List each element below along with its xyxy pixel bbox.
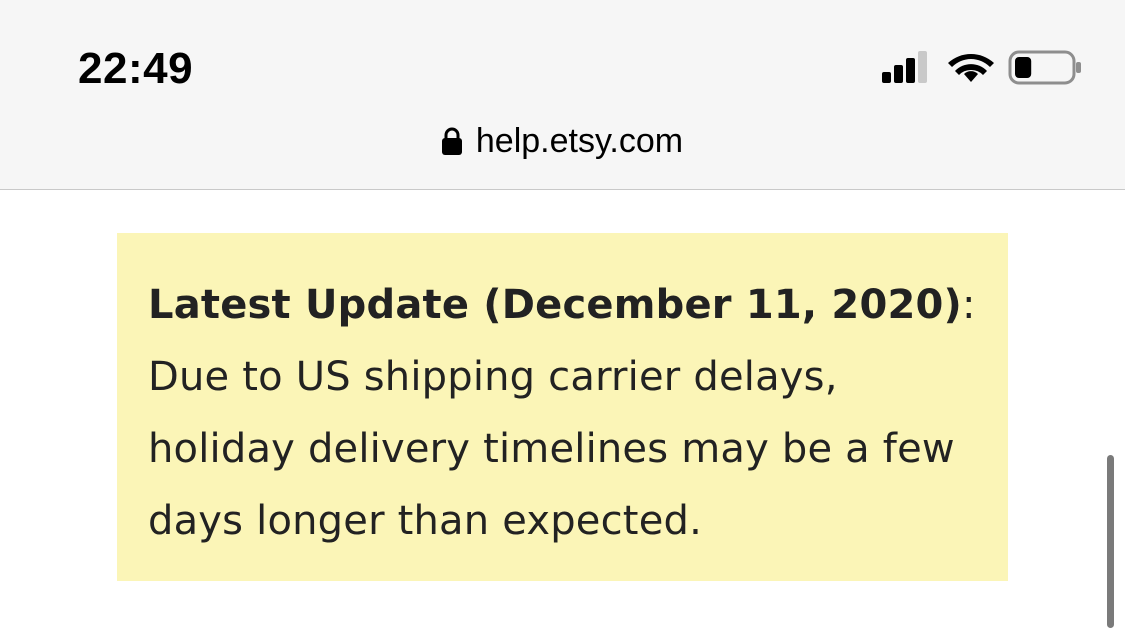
wifi-icon	[948, 54, 994, 82]
notice-heading-suffix: :	[962, 282, 976, 328]
lock-icon	[441, 127, 462, 155]
notice-body: Due to US shipping carrier delays, holid…	[148, 354, 955, 544]
latest-update-notice: Latest Update (December 11, 2020): Due to…	[117, 233, 1008, 581]
notice-text: Latest Update (December 11, 2020): Due to…	[148, 269, 978, 557]
battery-level-fill	[1015, 57, 1032, 78]
url-text: help.etsy.com	[475, 122, 684, 160]
address-bar[interactable]: help.etsy.com	[0, 118, 1125, 166]
status-bar-icons	[878, 48, 1088, 88]
notice-heading: Latest Update (December 11, 2020)	[148, 282, 963, 328]
cellular-signal-icon	[882, 51, 927, 83]
browser-top-bar: 22:49 help.etsy.com	[0, 0, 1125, 190]
battery-icon	[1008, 50, 1081, 85]
address-bar-content: help.etsy.com	[441, 118, 684, 164]
status-bar-time: 22:49	[78, 44, 194, 93]
scroll-indicator[interactable]	[1107, 455, 1114, 628]
